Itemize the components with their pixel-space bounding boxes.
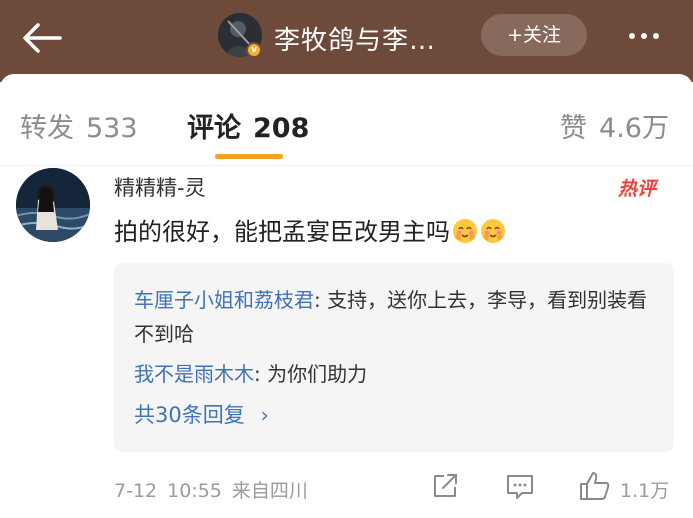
tab-like-label: 赞 (560, 113, 588, 144)
tab-bar: 转发 533 评论 208 赞 4.6万 (0, 74, 693, 166)
reply-username[interactable]: 我不是雨木木 (134, 362, 254, 386)
tab-comment-label: 评论 (187, 113, 241, 144)
like-button[interactable]: 1.1万 (578, 470, 678, 502)
share-icon[interactable] (430, 470, 460, 502)
back-arrow-icon[interactable] (20, 20, 64, 56)
verified-badge-icon: v (246, 42, 262, 58)
blush-face-emoji-icon (453, 219, 477, 243)
tab-like-count: 4.6万 (599, 113, 669, 144)
reply-username[interactable]: 车厘子小姐和荔枝君 (134, 288, 314, 312)
top-bar: v 李牧鸽与李… +关注 (0, 0, 693, 82)
thumbs-up-icon (580, 472, 610, 500)
tab-comment-count: 208 (253, 113, 310, 144)
more-options-icon[interactable] (626, 24, 670, 48)
tab-comment[interactable]: 评论 208 (187, 106, 309, 145)
comment-location: 来自四川 (231, 480, 308, 502)
follow-button[interactable]: +关注 (481, 14, 587, 56)
commenter-avatar[interactable] (16, 168, 90, 242)
replies-box[interactable]: 车厘子小姐和荔枝君: 支持，送你上去，李导，看到别装看不到哈 我不是雨木木: 为… (114, 263, 674, 452)
comment-body: 拍的很好，能把孟宴臣改男主吗 (114, 218, 450, 246)
comment-meta: 7-12 10:55 来自四川 (114, 476, 318, 503)
author-name-title[interactable]: 李牧鸽与李… (274, 20, 436, 57)
comment-text: 拍的很好，能把孟宴臣改男主吗 (114, 212, 506, 247)
chevron-right-icon: › (260, 403, 269, 427)
blush-face-emoji-icon (481, 219, 505, 243)
reply-item[interactable]: 我不是雨木木: 为你们助力 (134, 357, 654, 391)
tab-like[interactable]: 赞 4.6万 (560, 106, 669, 145)
tab-repost[interactable]: 转发 533 (20, 106, 138, 145)
like-count: 1.1万 (620, 480, 670, 502)
active-tab-indicator (215, 154, 283, 159)
reply-item[interactable]: 车厘子小姐和荔枝君: 支持，送你上去，李导，看到别装看不到哈 (134, 283, 654, 351)
view-all-replies-link[interactable]: 共30条回复 › (134, 399, 269, 429)
commenter-name[interactable]: 精精精-灵 (114, 172, 206, 202)
comment-icon[interactable] (504, 470, 536, 502)
reply-text: : 为你们助力 (254, 362, 368, 386)
tab-repost-count: 533 (86, 113, 138, 144)
tab-repost-label: 转发 (20, 113, 74, 144)
view-all-replies-label: 共30条回复 (134, 403, 245, 427)
hot-comment-badge: 热评 (618, 178, 657, 200)
comment-date: 7-12 (114, 480, 158, 502)
comment-time: 10:55 (167, 480, 222, 502)
